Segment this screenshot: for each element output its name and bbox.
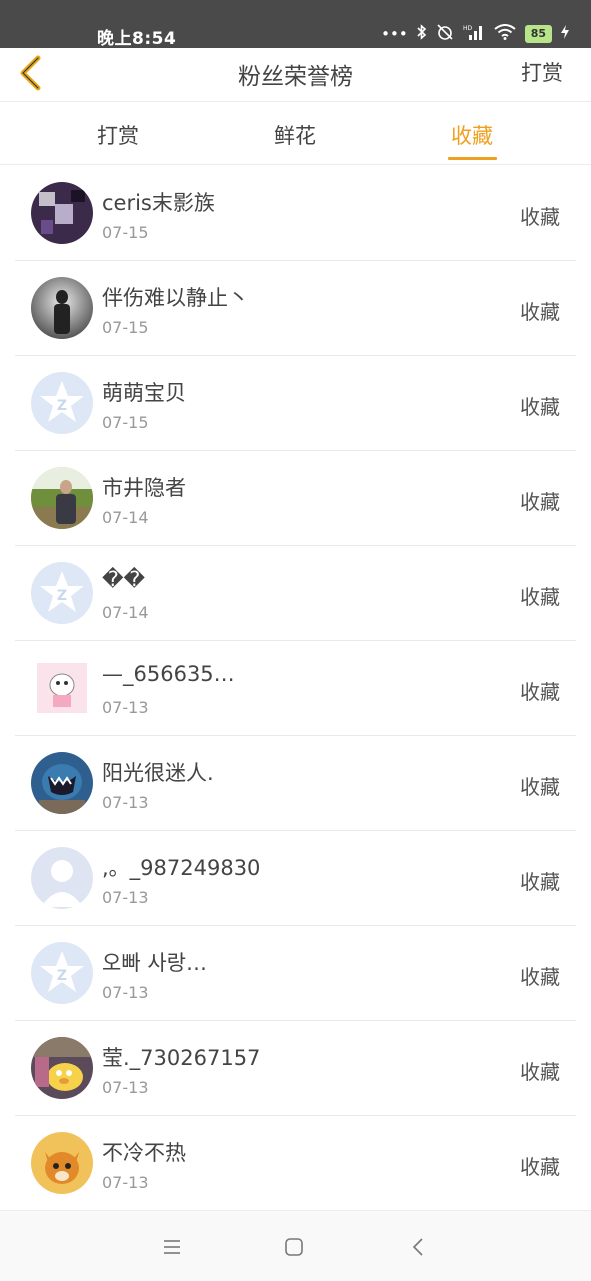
- avatar: Z: [31, 372, 93, 434]
- user-name: 莹._730267157: [102, 1046, 261, 1070]
- list-item[interactable]: 阳光很迷人. 07-13 收藏: [15, 736, 576, 831]
- user-name: 市井隐者: [102, 476, 186, 500]
- action-label: 收藏: [520, 205, 560, 229]
- tab-flowers[interactable]: 鲜花: [274, 120, 316, 150]
- date-label: 07-15: [102, 413, 149, 432]
- avatar: [31, 467, 93, 529]
- hd-signal-icon: HD: [463, 24, 485, 44]
- user-name: —_656635…: [102, 662, 235, 686]
- svg-text:Z: Z: [57, 968, 67, 984]
- user-name: ��: [102, 567, 146, 591]
- user-name: 伴伤难以静止丶: [102, 286, 249, 310]
- date-label: 07-13: [102, 888, 149, 907]
- status-icons: ••• HD 85: [381, 23, 569, 45]
- charging-icon: [561, 25, 569, 43]
- date-label: 07-15: [102, 318, 149, 337]
- avatar: [31, 752, 93, 814]
- list-item[interactable]: —_656635… 07-13 收藏: [15, 641, 576, 736]
- tab-bar: 打赏 鲜花 收藏: [0, 102, 591, 165]
- fan-list: ceris末影族 07-15 收藏 伴伤难以静止丶 07-15 收藏 Z 萌萌宝…: [0, 166, 591, 1211]
- status-time: 晚上8:54: [97, 29, 177, 49]
- avatar: [31, 182, 93, 244]
- more-dots-icon: •••: [381, 25, 408, 43]
- home-icon: [285, 1238, 303, 1256]
- list-item[interactable]: Z 萌萌宝贝 07-15 收藏: [15, 356, 576, 451]
- action-label: 收藏: [520, 870, 560, 894]
- system-back-button[interactable]: [404, 1233, 432, 1261]
- date-label: 07-14: [102, 508, 149, 527]
- menu-icon: [164, 1240, 180, 1254]
- date-label: 07-13: [102, 983, 149, 1002]
- action-label: 收藏: [520, 775, 560, 799]
- action-label: 收藏: [520, 965, 560, 989]
- tab-favorites[interactable]: 收藏: [451, 120, 493, 150]
- user-name: 不冷不热: [102, 1141, 186, 1165]
- menu-button[interactable]: [158, 1233, 186, 1261]
- list-item[interactable]: ,。_987249830 07-13 收藏: [15, 831, 576, 926]
- action-label: 收藏: [520, 395, 560, 419]
- avatar: Z: [31, 942, 93, 1004]
- user-name: 阳光很迷人.: [102, 761, 214, 785]
- list-item[interactable]: 市井隐者 07-14 收藏: [15, 451, 576, 546]
- home-button[interactable]: [280, 1233, 308, 1261]
- status-bar: 晚上8:54 ••• HD 85: [0, 0, 591, 49]
- date-label: 07-13: [102, 698, 149, 717]
- avatar: Z: [31, 562, 93, 624]
- action-label: 收藏: [520, 1155, 560, 1179]
- date-label: 07-13: [102, 1078, 149, 1097]
- action-label: 收藏: [520, 1060, 560, 1084]
- date-label: 07-14: [102, 603, 149, 622]
- svg-text:HD: HD: [463, 25, 473, 32]
- avatar: [31, 657, 93, 719]
- user-name: 萌萌宝贝: [102, 381, 186, 405]
- list-item[interactable]: 不冷不热 07-13 收藏: [15, 1116, 576, 1211]
- action-label: 收藏: [520, 300, 560, 324]
- battery-icon: 85: [524, 25, 552, 43]
- tab-reward[interactable]: 打赏: [97, 120, 139, 150]
- system-nav-bar: [0, 1210, 591, 1281]
- date-label: 07-13: [102, 1173, 149, 1192]
- user-name: ,。_987249830: [102, 856, 261, 880]
- avatar: [31, 277, 93, 339]
- list-item[interactable]: Z 오빠 사랑… 07-13 收藏: [15, 926, 576, 1021]
- action-label: 收藏: [520, 490, 560, 514]
- date-label: 07-13: [102, 793, 149, 812]
- avatar: [31, 1037, 93, 1099]
- list-item[interactable]: ceris末影族 07-15 收藏: [15, 166, 576, 261]
- back-icon: [412, 1238, 423, 1256]
- reward-action-button[interactable]: 打赏: [521, 57, 563, 87]
- wifi-icon: [494, 24, 516, 44]
- header-bar: 粉丝荣誉榜 打赏: [0, 48, 591, 102]
- active-tab-indicator: [448, 157, 497, 160]
- user-name: 오빠 사랑…: [102, 951, 207, 975]
- avatar: [31, 847, 93, 909]
- date-label: 07-15: [102, 223, 149, 242]
- list-item[interactable]: 莹._730267157 07-13 收藏: [15, 1021, 576, 1116]
- bluetooth-icon: [417, 24, 427, 44]
- page-title: 粉丝荣誉榜: [238, 64, 353, 90]
- user-name: ceris末影族: [102, 191, 215, 215]
- list-item[interactable]: 伴伤难以静止丶 07-15 收藏: [15, 261, 576, 356]
- avatar: [31, 1132, 93, 1194]
- list-item[interactable]: Z �� 07-14 收藏: [15, 546, 576, 641]
- alarm-off-icon: [436, 23, 454, 45]
- svg-text:Z: Z: [57, 588, 67, 604]
- action-label: 收藏: [520, 680, 560, 704]
- svg-text:Z: Z: [57, 398, 67, 414]
- action-label: 收藏: [520, 585, 560, 609]
